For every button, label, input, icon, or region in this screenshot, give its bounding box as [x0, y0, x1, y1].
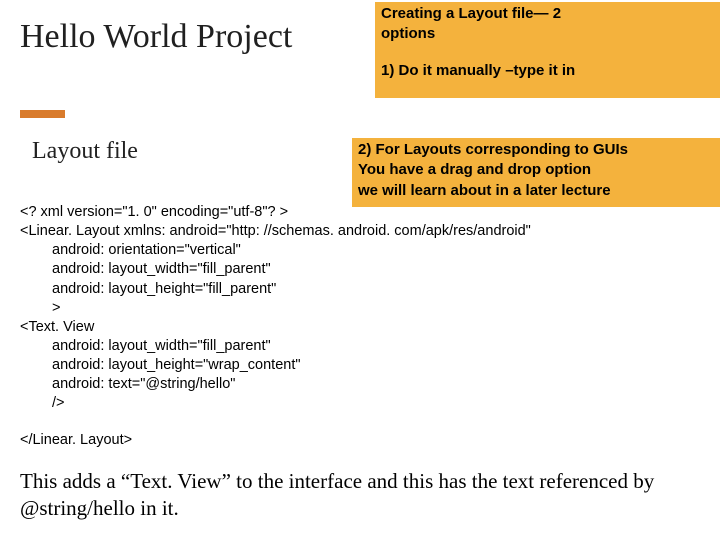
- code-line: android: layout_width="fill_parent": [20, 337, 700, 356]
- body-text: This adds a “Text. View” to the interfac…: [20, 468, 700, 523]
- code-line: </Linear. Layout>: [20, 431, 700, 450]
- code-block: <? xml version="1. 0" encoding="utf-8"? …: [20, 203, 700, 451]
- slide-subtitle: Layout file: [32, 138, 138, 165]
- code-line: />: [20, 394, 700, 413]
- code-line: android: layout_height="fill_parent": [20, 280, 700, 299]
- code-line: android: layout_height="wrap_content": [20, 356, 700, 375]
- code-line: >: [20, 299, 700, 318]
- callout-top-line-2: options: [381, 24, 714, 44]
- code-line: android: layout_width="fill_parent": [20, 260, 700, 279]
- callout-mid-line-2: You have a drag and drop option: [358, 160, 716, 180]
- callout-top-line-3: 1) Do it manually –type it in: [381, 61, 714, 81]
- accent-bar: [20, 110, 65, 118]
- code-line: <Text. View: [20, 318, 700, 337]
- code-line: android: text="@string/hello": [20, 375, 700, 394]
- code-line: android: orientation="vertical": [20, 241, 700, 260]
- slide-title: Hello World Project: [20, 18, 292, 56]
- callout-mid-line-1: 2) For Layouts corresponding to GUIs: [358, 140, 716, 160]
- callout-top-line-1: Creating a Layout file— 2: [381, 4, 714, 24]
- callout-mid-line-3: we will learn about in a later lecture: [358, 181, 716, 201]
- code-line: <Linear. Layout xmlns: android="http: //…: [20, 222, 700, 241]
- callout-mid: 2) For Layouts corresponding to GUIs You…: [352, 138, 720, 207]
- callout-top: Creating a Layout file— 2 options 1) Do …: [375, 2, 720, 98]
- code-line: <? xml version="1. 0" encoding="utf-8"? …: [20, 203, 700, 222]
- slide: Hello World Project Layout file Creating…: [0, 0, 720, 540]
